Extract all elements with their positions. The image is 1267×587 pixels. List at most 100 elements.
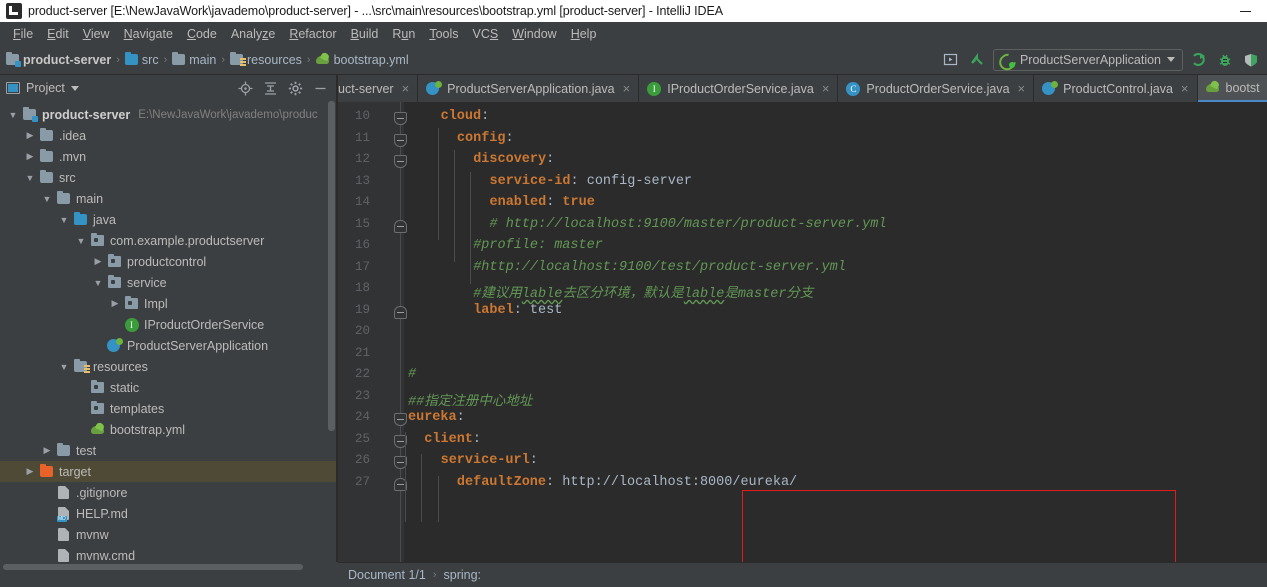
code-line[interactable]: # http://localhost:9100/master/product-s… bbox=[490, 217, 887, 232]
code-fold-end-icon[interactable] bbox=[394, 305, 407, 319]
editor-code-area[interactable]: cloud: config: discovery: service-id: confi… bbox=[408, 102, 1267, 562]
tree-node--mvn[interactable]: ▶ .mvn bbox=[0, 146, 336, 167]
code-line[interactable]: #profile: master bbox=[473, 238, 603, 253]
debug-icon[interactable] bbox=[1215, 50, 1235, 70]
code-line[interactable]: ##指定注册中心地址 bbox=[408, 389, 532, 410]
menu-item-view[interactable]: View bbox=[76, 25, 117, 43]
code-line[interactable]: config: bbox=[457, 131, 514, 146]
code-line[interactable]: cloud: bbox=[441, 109, 490, 124]
menu-item-build[interactable]: Build bbox=[344, 25, 386, 43]
code-fold-end-icon[interactable] bbox=[394, 219, 407, 233]
code-line[interactable]: client: bbox=[424, 432, 481, 447]
menu-item-refactor[interactable]: Refactor bbox=[282, 25, 343, 43]
breadcrumb-item-bootstrap-yml[interactable]: bootstrap.yml bbox=[315, 53, 409, 67]
menu-item-code[interactable]: Code bbox=[180, 25, 224, 43]
menu-item-analyze[interactable]: Analyze bbox=[224, 25, 282, 43]
tree-node--idea[interactable]: ▶ .idea bbox=[0, 125, 336, 146]
editor-tab-bootst[interactable]: bootst bbox=[1197, 75, 1267, 102]
code-line[interactable]: #建议用lable去区分环境，默认是lable是master分支 bbox=[473, 281, 813, 302]
project-tree-horizontal-scrollbar[interactable] bbox=[3, 564, 303, 570]
tree-twisty-expanded-icon[interactable]: ▼ bbox=[21, 173, 39, 183]
tree-node-productcontrol[interactable]: ▶ productcontrol bbox=[0, 251, 336, 272]
tree-node--gitignore[interactable]: .gitignore bbox=[0, 482, 336, 503]
run-configuration-selector[interactable]: ProductServerApplication bbox=[992, 48, 1183, 71]
code-line[interactable]: discovery: bbox=[473, 152, 554, 167]
project-panel-title-group[interactable]: Project bbox=[6, 81, 79, 95]
editor-tab-productcontrol-java[interactable]: ProductControl.java × bbox=[1034, 75, 1198, 102]
editor-tab-uct-server[interactable]: uct-server × bbox=[338, 75, 419, 102]
tree-node-test[interactable]: ▶ test bbox=[0, 440, 336, 461]
preview-icon[interactable] bbox=[941, 50, 961, 70]
tree-twisty-expanded-icon[interactable]: ▼ bbox=[38, 194, 56, 204]
menu-item-file[interactable]: File bbox=[6, 25, 40, 43]
tree-twisty-expanded-icon[interactable]: ▼ bbox=[55, 362, 73, 372]
tree-twisty-collapsed-icon[interactable]: ▶ bbox=[38, 445, 56, 456]
code-line[interactable]: label: test bbox=[473, 303, 562, 318]
collapse-all-icon[interactable] bbox=[262, 80, 278, 96]
menu-item-tools[interactable]: Tools bbox=[422, 25, 465, 43]
build-icon[interactable] bbox=[967, 50, 987, 70]
tree-node-help-md[interactable]: HELP.md bbox=[0, 503, 336, 524]
tree-twisty-expanded-icon[interactable]: ▼ bbox=[55, 215, 73, 225]
breadcrumb-item-main[interactable]: main bbox=[172, 52, 216, 67]
menu-item-window[interactable]: Window bbox=[505, 25, 563, 43]
code-line[interactable]: eureka: bbox=[408, 410, 465, 425]
tree-node-target[interactable]: ▶ target bbox=[0, 461, 336, 482]
editor-tab-productorderservice-java[interactable]: C ProductOrderService.java × bbox=[838, 75, 1035, 102]
close-icon[interactable]: × bbox=[623, 81, 631, 96]
code-line[interactable]: service-url: bbox=[441, 453, 538, 468]
editor-tab-productserverapplication-java[interactable]: ProductServerApplication.java × bbox=[418, 75, 640, 102]
close-icon[interactable]: × bbox=[1018, 81, 1026, 96]
minimize-button[interactable] bbox=[1223, 0, 1267, 22]
tree-twisty-collapsed-icon[interactable]: ▶ bbox=[21, 466, 39, 477]
breadcrumb-item-product-server[interactable]: product-server bbox=[6, 52, 111, 67]
tree-node-mvnw[interactable]: mvnw bbox=[0, 524, 336, 545]
tree-node-static[interactable]: static bbox=[0, 377, 336, 398]
tree-node-product-server[interactable]: ▼ product-server E:\NewJavaWork\javademo\p… bbox=[0, 104, 336, 125]
document-indicator[interactable]: Document 1/1 bbox=[348, 568, 426, 582]
code-line[interactable]: # bbox=[408, 367, 416, 382]
run-icon[interactable] bbox=[1189, 50, 1209, 70]
coverage-icon[interactable] bbox=[1241, 50, 1261, 70]
close-icon[interactable]: × bbox=[1181, 81, 1189, 96]
yaml-breadcrumb[interactable]: spring: bbox=[444, 568, 482, 582]
tree-node-bootstrap-yml[interactable]: bootstrap.yml bbox=[0, 419, 336, 440]
menu-item-edit[interactable]: Edit bbox=[40, 25, 76, 43]
editor-tab-iproductorderservice-java[interactable]: I IProductOrderService.java × bbox=[639, 75, 839, 102]
tree-node-src[interactable]: ▼ src bbox=[0, 167, 336, 188]
menu-item-help[interactable]: Help bbox=[564, 25, 604, 43]
code-line[interactable]: service-id: config-server bbox=[490, 174, 693, 189]
project-tree[interactable]: ▼ product-server E:\NewJavaWork\javademo\p… bbox=[0, 101, 336, 587]
tree-node-service[interactable]: ▼ service bbox=[0, 272, 336, 293]
locate-icon[interactable] bbox=[237, 80, 253, 96]
menu-item-navigate[interactable]: Navigate bbox=[117, 25, 180, 43]
tree-node-resources[interactable]: ▼ resources bbox=[0, 356, 336, 377]
close-icon[interactable]: × bbox=[822, 81, 830, 96]
tree-twisty-expanded-icon[interactable]: ▼ bbox=[89, 278, 107, 288]
tree-twisty-collapsed-icon[interactable]: ▶ bbox=[89, 256, 107, 267]
breadcrumb-item-src[interactable]: src bbox=[124, 52, 159, 67]
code-editor[interactable]: 10 11 12 13 14 15 16 17 18 19 20 21 22 23 24 25 26 27 clo… bbox=[338, 102, 1267, 562]
menu-item-vcs[interactable]: VCS bbox=[466, 25, 506, 43]
tree-twisty-collapsed-icon[interactable]: ▶ bbox=[106, 298, 124, 309]
tree-node-iproductorderservice[interactable]: I IProductOrderService bbox=[0, 314, 336, 335]
tree-node-java[interactable]: ▼ java bbox=[0, 209, 336, 230]
code-line[interactable]: enabled: true bbox=[490, 195, 595, 210]
code-line[interactable]: #http://localhost:9100/test/product-serv… bbox=[473, 260, 846, 275]
code-line[interactable]: defaultZone: http://localhost:8000/eurek… bbox=[457, 475, 797, 490]
editor-gutter[interactable]: 10 11 12 13 14 15 16 17 18 19 20 21 22 23 24 25 26 27 bbox=[338, 102, 404, 562]
code-fold-open-icon[interactable] bbox=[394, 155, 407, 168]
tree-twisty-expanded-icon[interactable]: ▼ bbox=[72, 236, 90, 246]
tree-node-impl[interactable]: ▶ Impl bbox=[0, 293, 336, 314]
breadcrumb-item-resources[interactable]: resources bbox=[230, 52, 302, 67]
tree-node-com-example-productserver[interactable]: ▼ com.example.productserver bbox=[0, 230, 336, 251]
tree-node-main[interactable]: ▼ main bbox=[0, 188, 336, 209]
project-tree-scrollbar[interactable] bbox=[328, 101, 335, 431]
settings-gear-icon[interactable] bbox=[287, 80, 303, 96]
tree-node-templates[interactable]: templates bbox=[0, 398, 336, 419]
menu-item-run[interactable]: Run bbox=[385, 25, 422, 43]
close-icon[interactable]: × bbox=[402, 81, 410, 96]
tree-twisty-expanded-icon[interactable]: ▼ bbox=[4, 110, 22, 120]
hide-panel-icon[interactable] bbox=[312, 80, 328, 96]
code-fold-open-icon[interactable] bbox=[394, 112, 407, 125]
